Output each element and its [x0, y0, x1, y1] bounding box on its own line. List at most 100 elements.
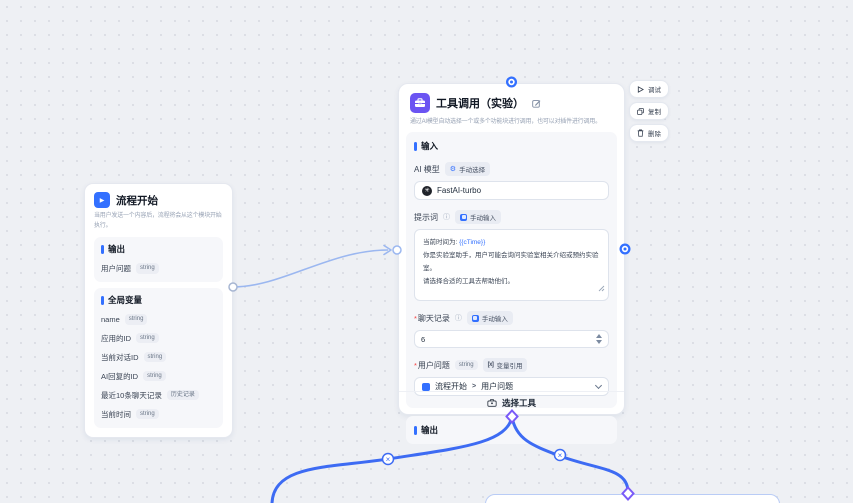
flow-start-ref-icon [422, 383, 430, 391]
global-row: 当前时间 string [101, 409, 216, 420]
manual-input-badge: 手动输入 [455, 210, 501, 224]
edit-title-icon[interactable] [532, 99, 541, 108]
port-tool-right[interactable] [620, 244, 631, 255]
flow-start-globals-section: 全局变量 name string 应用的ID string 当前对话ID str… [94, 288, 223, 427]
tool-call-header: 工具调用（实验） [399, 84, 624, 113]
global-row: 最近10条聊天记录 历史记录 [101, 390, 216, 401]
type-tag: 历史记录 [167, 390, 199, 400]
delete-label: 删除 [648, 128, 661, 138]
input-source-icon [472, 315, 479, 322]
user-question-label: 用户问题 [414, 360, 450, 371]
global-row: 应用的ID string [101, 333, 216, 344]
chevron-right-icon: > [472, 383, 476, 390]
global-row: 当前对话ID string [101, 352, 216, 363]
chevron-down-icon [595, 381, 602, 388]
prompt-label: 提示词 [414, 212, 438, 223]
tool-call-description: 通过AI模型自动选择一个或多个功能块进行调用，也可以对插件进行调用。 [399, 113, 624, 125]
type-tag: string [143, 371, 166, 381]
variable-ref-badge: [x] 变量引用 [483, 358, 528, 372]
port-tool-top[interactable] [506, 77, 517, 88]
close-icon: × [558, 451, 563, 460]
node-flow-start[interactable]: ▶ 流程开始 当用户发送一个内容后，流程将会从这个模块开始执行。 输出 用户问题… [84, 183, 233, 438]
input-source-icon [460, 214, 467, 221]
ai-model-select[interactable]: ✳ FastAI-turbo [414, 181, 609, 200]
output-label: 用户问题 [101, 263, 131, 274]
info-icon[interactable]: ⓘ [455, 315, 462, 322]
close-icon: × [386, 455, 391, 464]
debug-button[interactable]: 调试 [629, 80, 669, 98]
step-up-icon[interactable] [596, 334, 602, 338]
edge-arrowhead-icon [384, 246, 391, 255]
section-bar [414, 142, 417, 151]
global-label: name [101, 315, 120, 324]
flow-canvas[interactable]: ▶ 流程开始 当用户发送一个内容后，流程将会从这个模块开始执行。 输出 用户问题… [0, 0, 853, 503]
badge-label: 手动输入 [470, 212, 496, 222]
global-row: name string [101, 314, 216, 324]
trash-icon [637, 129, 644, 137]
type-tag: string [136, 333, 159, 343]
debug-label: 调试 [648, 84, 661, 94]
briefcase-icon [487, 398, 497, 408]
section-bar [101, 245, 104, 254]
flow-start-output-section: 输出 用户问题 string [94, 237, 223, 282]
flow-start-title: 流程开始 [116, 193, 158, 208]
toolbox-icon [410, 93, 430, 113]
node-toolbar: 调试 复制 删除 [629, 80, 669, 142]
global-label: 最近10条聊天记录 [101, 390, 162, 401]
play-icon [637, 86, 644, 93]
type-tag: string [136, 409, 159, 419]
type-tag: string [136, 263, 159, 273]
manual-select-badge: ⚙ 手动选择 [445, 162, 490, 176]
prompt-text: 你是实验室助手，用户可能会询问实验室相关介绍或预约实验室。 [423, 249, 600, 275]
prompt-textarea[interactable]: 当前时间为: {{cTime}} 你是实验室助手，用户可能会询问实验室相关介绍或… [414, 229, 609, 301]
global-label: 当前时间 [101, 409, 131, 420]
prompt-text: 请选择合适的工具去帮助他们。 [423, 275, 600, 288]
type-tag: string [455, 360, 478, 370]
flow-start-description: 当用户发送一个内容后，流程将会从这个模块开始执行。 [94, 212, 223, 231]
user-question-row: 用户问题 string [x] 变量引用 [414, 358, 609, 372]
resize-handle-icon[interactable] [598, 284, 605, 297]
ai-model-row: AI 模型 ⚙ 手动选择 [414, 162, 609, 176]
model-logo-icon: ✳ [422, 186, 432, 196]
type-tag: string [144, 352, 167, 362]
flow-start-icon: ▶ [94, 192, 110, 208]
copy-button[interactable]: 复制 [629, 102, 669, 120]
global-label: AI回复的ID [101, 371, 138, 382]
global-label: 当前对话ID [101, 352, 139, 363]
badge-label: 手动选择 [459, 164, 485, 174]
chat-history-number-input[interactable]: 6 [414, 330, 609, 348]
tool-input-section: 输入 AI 模型 ⚙ 手动选择 ✳ FastAI-turbo 提示词 ⓘ [406, 132, 617, 408]
step-down-icon[interactable] [596, 340, 602, 344]
badge-label: 变量引用 [496, 360, 522, 370]
port-tool-input-left[interactable] [393, 246, 401, 254]
prompt-row: 提示词 ⓘ 手动输入 [414, 210, 609, 224]
chat-history-label: 聊天记录 [414, 313, 450, 324]
flow-start-header: ▶ 流程开始 [94, 192, 223, 208]
info-icon[interactable]: ⓘ [443, 214, 450, 221]
copy-label: 复制 [648, 106, 661, 116]
copy-icon [637, 108, 644, 115]
port-start-output[interactable] [229, 283, 237, 291]
number-stepper[interactable] [596, 334, 602, 344]
input-section-title: 输入 [421, 140, 438, 152]
edge-start-to-tool [233, 250, 388, 287]
global-row: AI回复的ID string [101, 371, 216, 382]
edge-delete-badge[interactable]: × [555, 450, 566, 461]
delete-button[interactable]: 删除 [629, 124, 669, 142]
chat-history-row: 聊天记录 ⓘ 手动输入 [414, 311, 609, 325]
ai-model-value: FastAI-turbo [437, 186, 481, 195]
gear-icon: ⚙ [450, 166, 456, 173]
type-tag: string [125, 314, 148, 324]
tool-call-title: 工具调用（实验） [436, 95, 524, 111]
output-row: 用户问题 string [101, 263, 216, 274]
section-bar [414, 426, 417, 435]
globals-section-title: 全局变量 [108, 294, 142, 306]
node-tool-call[interactable]: 工具调用（实验） 通过AI模型自动选择一个或多个功能块进行调用，也可以对插件进行… [398, 83, 625, 415]
prompt-text: 当前时间为: [423, 239, 459, 246]
output-section-title: 输出 [421, 424, 438, 436]
variable-ref-icon: [x] [488, 362, 494, 368]
edge-delete-badge[interactable]: × [383, 454, 394, 465]
chat-history-value: 6 [421, 335, 425, 344]
badge-label: 手动输入 [482, 313, 508, 323]
section-bar [101, 296, 104, 305]
